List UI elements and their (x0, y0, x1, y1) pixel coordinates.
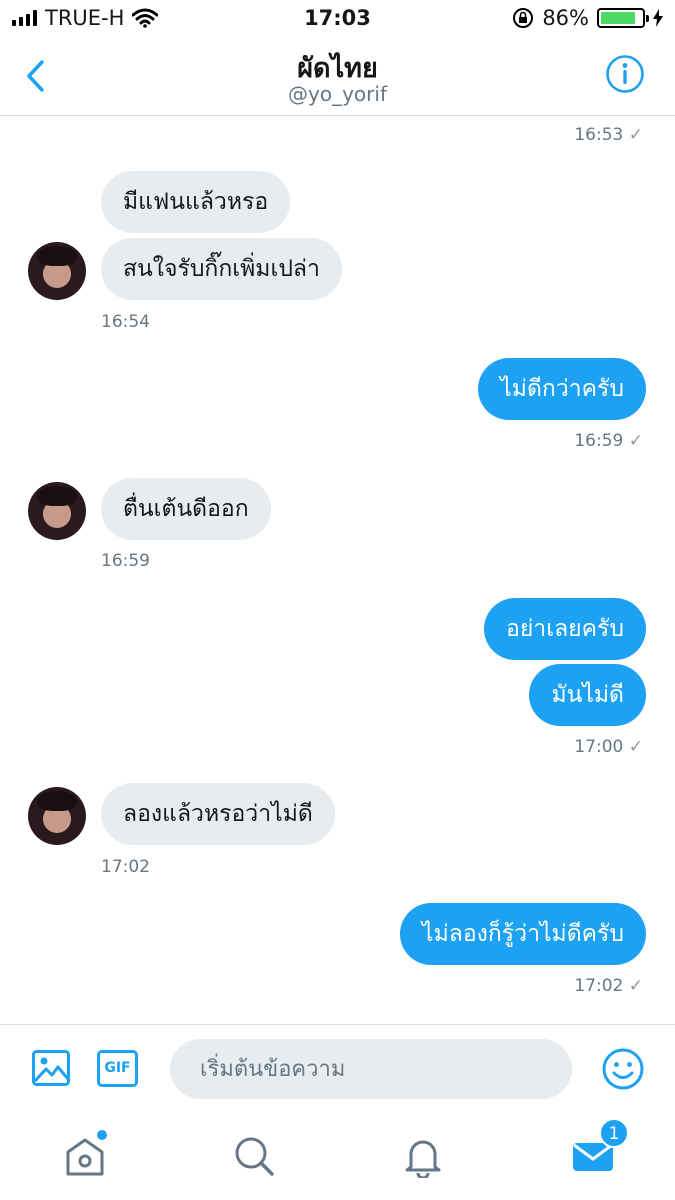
tab-search[interactable] (232, 1134, 276, 1178)
message-timestamp: 17:02 ✓ (574, 976, 643, 996)
outgoing-message[interactable]: อย่าเลยครับ (484, 598, 646, 660)
charging-bolt-icon (653, 9, 663, 27)
read-check-icon: ✓ (628, 976, 643, 996)
battery-icon (597, 8, 649, 28)
incoming-message[interactable]: ตื่นเต้นดีออก (101, 478, 271, 540)
battery-level (601, 12, 636, 24)
message-timestamp: 16:54 (101, 312, 150, 332)
incoming-message[interactable]: ลองแล้วหรอว่าไม่ดี (101, 783, 335, 845)
status-right: 86% (512, 6, 663, 30)
conversation-header: ผัดไทย @yo_yorif (0, 40, 675, 116)
outgoing-message[interactable]: ไม่ดีกว่าครับ (478, 358, 646, 420)
lock-rotation-icon (513, 8, 534, 28)
message-timestamp: 16:59 (101, 551, 150, 571)
tab-notifications[interactable] (401, 1134, 445, 1180)
message-timestamp: 17:02 (101, 857, 150, 877)
tab-bar: 1 (0, 1114, 675, 1200)
battery-percent: 86% (542, 6, 589, 30)
tab-home[interactable] (63, 1130, 107, 1178)
conversation-handle: @yo_yorif (288, 82, 387, 106)
emoji-icon[interactable] (602, 1048, 644, 1090)
tab-messages[interactable]: 1 (571, 1118, 629, 1178)
messages-badge: 1 (599, 1118, 629, 1148)
avatar[interactable] (28, 482, 86, 540)
home-icon (66, 1138, 104, 1176)
outgoing-message[interactable]: ไม่ลองก็รู้ว่าไม่ดีครับ (400, 903, 646, 965)
avatar[interactable] (28, 242, 86, 300)
gif-icon[interactable]: GIF (97, 1050, 138, 1087)
avatar[interactable] (28, 787, 86, 845)
search-icon (235, 1137, 274, 1176)
image-icon[interactable] (32, 1050, 70, 1086)
incoming-message[interactable]: มีแฟนแล้วหรอ (101, 171, 291, 233)
info-icon[interactable] (605, 54, 645, 94)
message-composer: GIF (0, 1024, 675, 1114)
home-notification-dot (97, 1130, 107, 1140)
message-input[interactable] (170, 1039, 572, 1099)
message-list[interactable]: 16:53 ✓ มีแฟนแล้วหรอ สนใจรับกิ๊กเพิ่มเปล… (0, 117, 675, 1022)
message-timestamp: 16:59 ✓ (574, 431, 643, 451)
bell-icon (405, 1140, 441, 1180)
read-check-icon: ✓ (628, 737, 643, 757)
outgoing-message[interactable]: มันไม่ดี (529, 664, 646, 726)
message-timestamp: 17:00 ✓ (574, 737, 643, 757)
read-check-icon: ✓ (628, 125, 643, 145)
message-timestamp: 16:53 ✓ (574, 125, 643, 145)
status-bar: TRUE-H 17:03 86% (0, 0, 675, 40)
read-check-icon: ✓ (628, 431, 643, 451)
incoming-message[interactable]: สนใจรับกิ๊กเพิ่มเปล่า (101, 238, 342, 300)
